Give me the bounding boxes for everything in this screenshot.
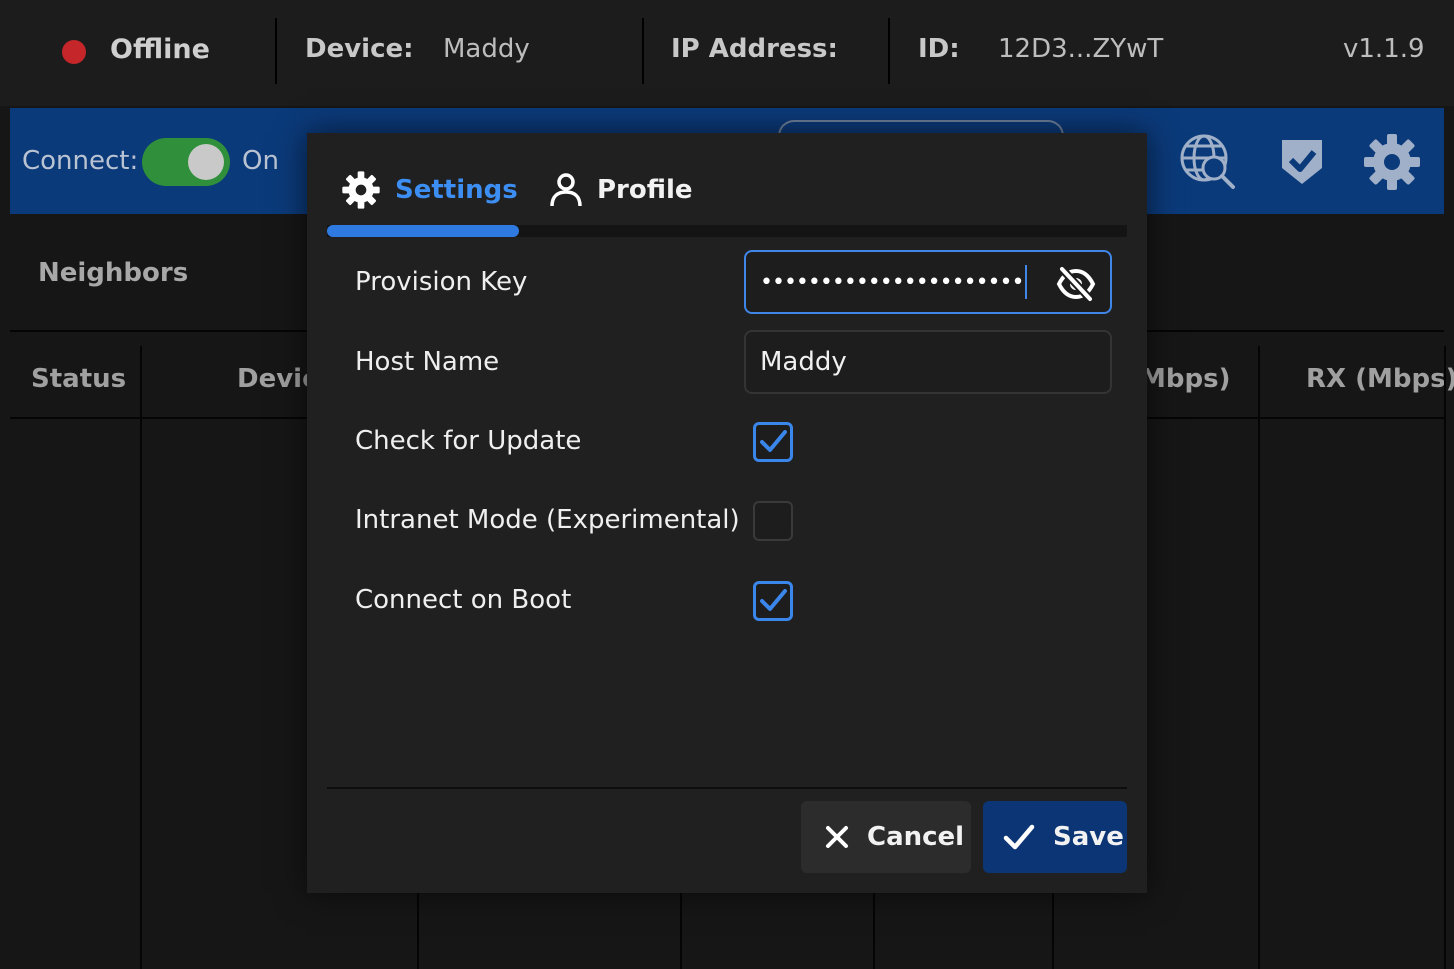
connect-boot-label: Connect on Boot: [355, 585, 572, 615]
column-header[interactable]: RX (Mbps): [1306, 364, 1454, 394]
column-divider: [1258, 346, 1260, 969]
password-mask: ••••••••••••••••••••••: [760, 269, 1024, 295]
toggle-knob: [188, 144, 224, 180]
gear-icon[interactable]: [1362, 132, 1422, 192]
check-update-checkbox[interactable]: [753, 422, 793, 462]
id-value: 12D3...ZYwT: [998, 34, 1164, 64]
id-label: ID:: [918, 34, 960, 64]
divider: [275, 18, 277, 84]
eye-slash-icon[interactable]: [1056, 264, 1096, 304]
connect-toggle[interactable]: [142, 138, 230, 186]
cancel-label: Cancel: [867, 822, 965, 852]
column-header[interactable]: Status: [31, 364, 126, 394]
active-tab-indicator: [327, 225, 519, 237]
dialog-tabs: Settings Profile: [327, 133, 1127, 237]
host-name-input[interactable]: Maddy: [744, 330, 1112, 394]
save-label: Save: [1053, 822, 1124, 852]
column-divider: [1052, 893, 1054, 969]
intranet-mode-label: Intranet Mode (Experimental): [355, 505, 740, 535]
provision-key-label: Provision Key: [355, 267, 528, 297]
column-header[interactable]: Devic: [237, 364, 318, 394]
cancel-button[interactable]: Cancel: [801, 801, 971, 873]
close-icon: [826, 826, 848, 848]
text-caret: [1025, 265, 1028, 299]
status-bar: Offline Device: Maddy IP Address: ID: 12…: [0, 0, 1454, 106]
intranet-mode-checkbox[interactable]: [753, 501, 793, 541]
divider: [327, 787, 1127, 789]
divider: [642, 18, 644, 84]
column-divider: [140, 346, 142, 969]
checkmark-icon: [760, 430, 787, 452]
section-title: Neighbors: [38, 258, 189, 288]
column-divider: [417, 893, 419, 969]
divider: [888, 18, 890, 84]
check-update-label: Check for Update: [355, 426, 582, 456]
settings-dialog: Settings Profile Provision Key •••••••••…: [307, 133, 1147, 893]
tab-settings[interactable]: Settings: [341, 165, 518, 215]
gear-icon: [342, 171, 380, 209]
column-divider: [1444, 346, 1446, 969]
host-name-label: Host Name: [355, 347, 500, 377]
app-version: v1.1.9: [1343, 34, 1425, 64]
tab-profile[interactable]: Profile: [549, 165, 693, 215]
status-indicator-dot: [62, 40, 86, 64]
tab-label: Settings: [395, 175, 518, 205]
device-name: Maddy: [443, 34, 530, 64]
provision-key-input[interactable]: ••••••••••••••••••••••: [744, 250, 1112, 314]
device-label: Device:: [305, 34, 414, 64]
person-icon: [550, 173, 582, 207]
column-header[interactable]: Mbps): [1140, 364, 1230, 394]
globe-search-icon[interactable]: [1178, 132, 1238, 192]
tab-label: Profile: [597, 175, 693, 205]
column-divider: [873, 893, 875, 969]
checkmark-icon: [760, 589, 787, 611]
connect-boot-checkbox[interactable]: [753, 581, 793, 621]
save-button[interactable]: Save: [983, 801, 1127, 873]
checkmark-icon: [1003, 824, 1035, 850]
connect-state: On: [242, 146, 279, 176]
column-divider: [680, 893, 682, 969]
ip-address-label: IP Address:: [671, 34, 838, 64]
host-name-value: Maddy: [760, 347, 847, 377]
shield-check-icon[interactable]: [1272, 132, 1332, 192]
connect-label: Connect:: [22, 146, 139, 176]
connection-status: Offline: [110, 34, 210, 65]
